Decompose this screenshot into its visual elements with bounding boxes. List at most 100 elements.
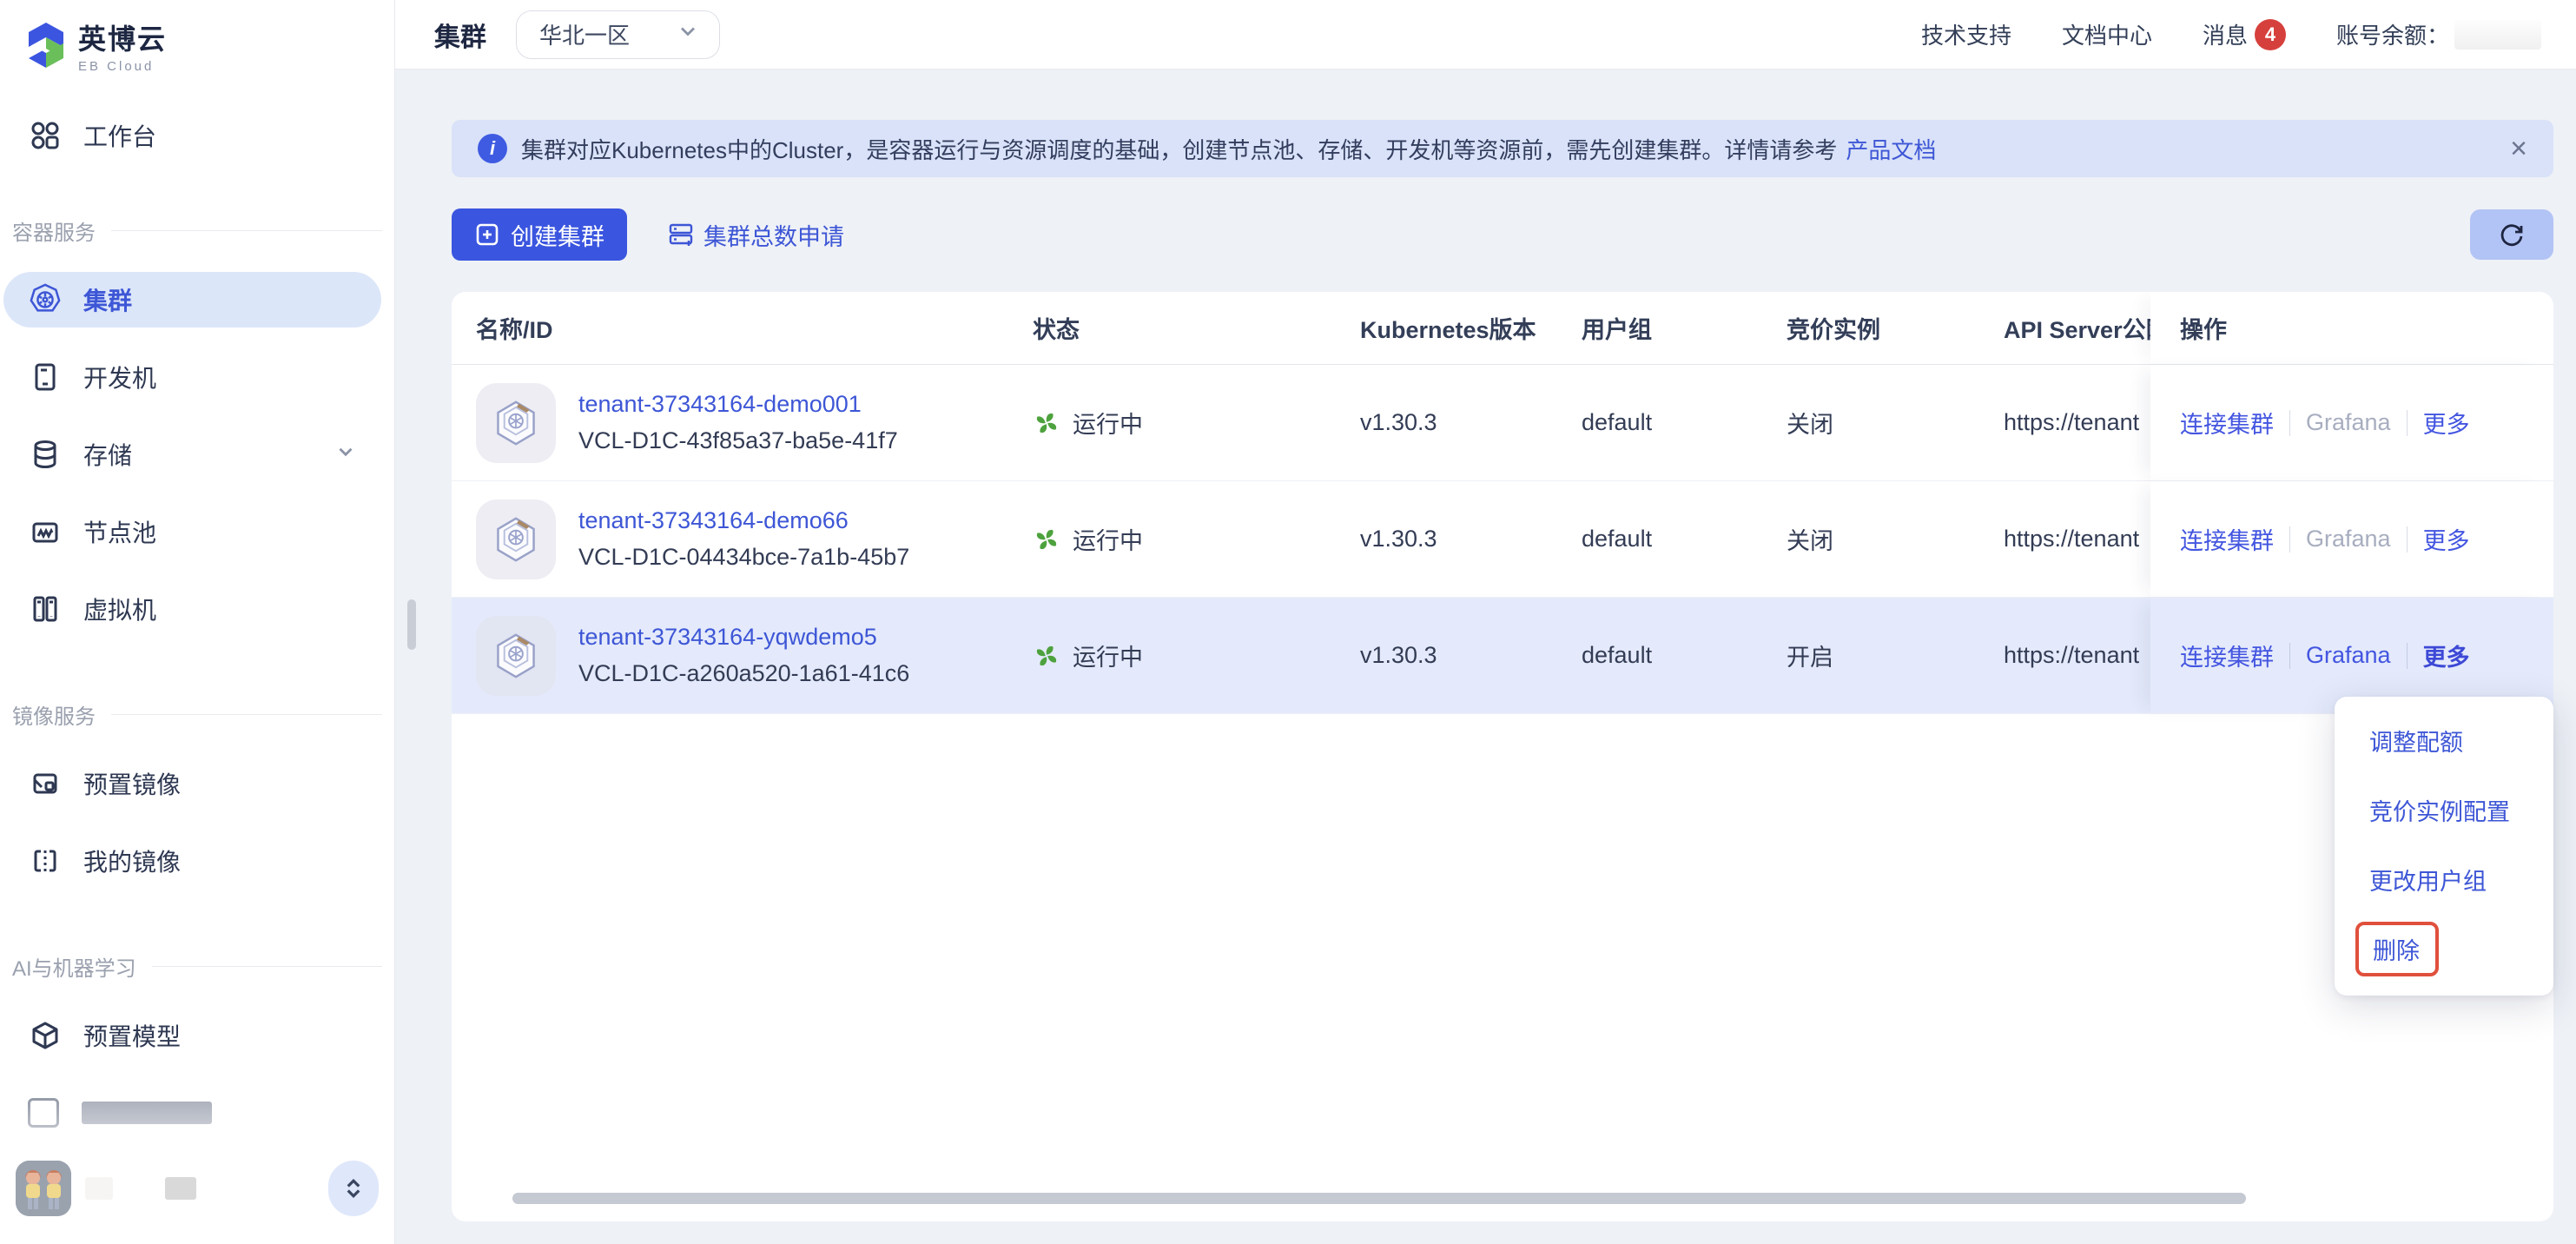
header-k8s-version: Kubernetes版本 <box>1360 311 1582 345</box>
brand-name: 英博云 <box>78 17 167 57</box>
sidebar-item-vm[interactable]: 虚拟机 <box>3 581 381 637</box>
grid-icon <box>28 118 63 153</box>
header-actions: 操作 <box>2150 292 2553 364</box>
connect-cluster-link[interactable]: 连接集群 <box>2180 522 2274 556</box>
virtual-machine-icon <box>28 592 63 626</box>
more-link[interactable]: 更多 <box>2423 522 2470 556</box>
redacted-text <box>85 1177 113 1200</box>
sidebar-item-workbench[interactable]: 工作台 <box>3 108 381 163</box>
more-link-open[interactable]: 更多 <box>2423 639 2470 672</box>
menu-item-spot-config[interactable]: 竞价实例配置 <box>2335 775 2553 844</box>
page-title: 集群 <box>434 16 486 54</box>
sidebar-item-nodepool[interactable]: 节点池 <box>3 504 381 559</box>
cluster-table: 名称/ID 状态 Kubernetes版本 用户组 竞价实例 API Serve… <box>452 292 2553 1221</box>
messages-label: 消息 <box>2203 18 2248 50</box>
sidebar-item-preset-models[interactable]: 预置模型 <box>3 1008 381 1063</box>
create-cluster-button[interactable]: 创建集群 <box>452 208 627 261</box>
dev-machine-icon <box>28 360 63 394</box>
sidebar-collapse-button[interactable] <box>328 1161 379 1216</box>
sidebar-item-label: 节点池 <box>83 514 156 549</box>
banner-text: 集群对应Kubernetes中的Cluster，是容器运行与资源调度的基础，创建… <box>521 133 1837 165</box>
brand-logo[interactable]: 英博云 EB Cloud <box>0 0 394 76</box>
delete-annotation-box: 删除 <box>2355 922 2439 976</box>
sidebar-item-label: 我的镜像 <box>83 844 181 878</box>
docs-link[interactable]: 文档中心 <box>2062 18 2152 50</box>
refresh-icon <box>2497 220 2526 249</box>
status-text: 运行中 <box>1073 639 1143 672</box>
cluster-icon <box>476 383 556 463</box>
table-row-highlighted: tenant-37343164-yqwdemo5 VCL-D1C-a260a52… <box>452 598 2553 714</box>
sidebar-item-label: 集群 <box>83 282 132 317</box>
header-spot-instance: 竞价实例 <box>1787 311 2004 345</box>
divider <box>2289 410 2290 436</box>
cluster-id: VCL-D1C-43f85a37-ba5e-41f7 <box>578 423 898 460</box>
avatar[interactable] <box>16 1161 71 1216</box>
chevron-down-icon <box>653 19 700 50</box>
cluster-name-link[interactable]: tenant-37343164-yqwdemo5 <box>578 619 909 656</box>
region-value: 华北一区 <box>539 18 630 50</box>
horizontal-scrollbar-thumb[interactable] <box>512 1193 2246 1204</box>
refresh-button[interactable] <box>2470 209 2553 260</box>
sidebar-item-label: 工作台 <box>83 118 156 153</box>
sidebar-item-cluster[interactable]: 集群 <box>3 272 381 328</box>
menu-item-change-user-group[interactable]: 更改用户组 <box>2335 844 2553 914</box>
grafana-link[interactable]: Grafana <box>2306 642 2391 669</box>
table-row: tenant-37343164-demo001 VCL-D1C-43f85a37… <box>452 365 2553 481</box>
app-root: 英博云 EB Cloud 工作台 容器服务 <box>0 0 2576 1244</box>
sidebar-item-label: 存储 <box>83 437 132 472</box>
close-icon[interactable]: × <box>2510 134 2527 163</box>
sidebar-item-my-images[interactable]: 我的镜像 <box>3 833 381 889</box>
sidebar-nav: 工作台 容器服务 集群 <box>0 76 394 1141</box>
user-group: default <box>1582 526 1787 553</box>
connect-cluster-link[interactable]: 连接集群 <box>2180 639 2274 672</box>
section-label: 镜像服务 <box>12 699 96 730</box>
menu-item-delete[interactable]: 删除 <box>2335 914 2553 983</box>
sidebar-item-clipped <box>3 1085 381 1141</box>
brand-logo-icon <box>26 21 66 69</box>
spot-instance: 开启 <box>1787 639 2004 672</box>
user-group: default <box>1582 642 1787 669</box>
sidebar-user-row <box>16 1161 379 1216</box>
section-label: AI与机器学习 <box>12 951 136 982</box>
info-banner: i 集群对应Kubernetes中的Cluster，是容器运行与资源调度的基础，… <box>452 120 2553 177</box>
connect-cluster-link[interactable]: 连接集群 <box>2180 406 2274 440</box>
banner-doc-link[interactable]: 产品文档 <box>1846 133 1936 165</box>
cluster-quota-request-link[interactable]: 集群总数申请 <box>667 218 844 252</box>
cluster-name-link[interactable]: tenant-37343164-demo001 <box>578 387 898 423</box>
divider <box>2407 643 2408 669</box>
more-link[interactable]: 更多 <box>2423 406 2470 440</box>
grafana-link-disabled: Grafana <box>2306 526 2391 553</box>
more-actions-menu: 调整配额 竞价实例配置 更改用户组 删除 <box>2335 697 2553 996</box>
sidebar-scrollbar-thumb[interactable] <box>407 599 416 650</box>
sidebar-item-storage[interactable]: 存储 <box>3 427 381 482</box>
section-container-services: 容器服务 <box>12 215 382 246</box>
spot-instance: 关闭 <box>1787 522 2004 556</box>
header-status: 状态 <box>1033 311 1360 345</box>
cluster-id: VCL-D1C-04434bce-7a1b-45b7 <box>578 539 909 576</box>
sidebar-item-label: 预置模型 <box>83 1018 181 1053</box>
content: i 集群对应Kubernetes中的Cluster，是容器运行与资源调度的基础，… <box>395 69 2576 1244</box>
sidebar-item-devmachine[interactable]: 开发机 <box>3 349 381 405</box>
sidebar-item-label: 开发机 <box>83 360 156 394</box>
running-status-icon <box>1033 526 1060 553</box>
account-balance: 账号余额： <box>2336 18 2541 50</box>
sidebar-item-label: 虚拟机 <box>83 592 156 626</box>
divider <box>2407 410 2408 436</box>
spot-instance: 关闭 <box>1787 406 2004 440</box>
sidebar-item-preset-images[interactable]: 预置镜像 <box>3 756 381 811</box>
chevron-updown-icon <box>340 1175 367 1201</box>
menu-item-adjust-quota[interactable]: 调整配额 <box>2335 705 2553 775</box>
support-link[interactable]: 技术支持 <box>1921 18 2011 50</box>
info-icon: i <box>478 134 507 163</box>
messages-link[interactable]: 消息 4 <box>2203 18 2286 50</box>
cluster-icon <box>476 500 556 579</box>
row-actions: 连接集群 Grafana 更多 <box>2150 365 2553 480</box>
section-ai-ml: AI与机器学习 <box>12 951 382 982</box>
table-row: tenant-37343164-demo66 VCL-D1C-04434bce-… <box>452 481 2553 598</box>
region-selector[interactable]: 华北一区 <box>516 10 720 59</box>
server-plus-icon <box>667 221 695 248</box>
status-text: 运行中 <box>1073 406 1143 440</box>
cluster-name-link[interactable]: tenant-37343164-demo66 <box>578 503 909 539</box>
cluster-icon <box>476 616 556 696</box>
sidebar-item-label: 预置镜像 <box>83 766 181 801</box>
